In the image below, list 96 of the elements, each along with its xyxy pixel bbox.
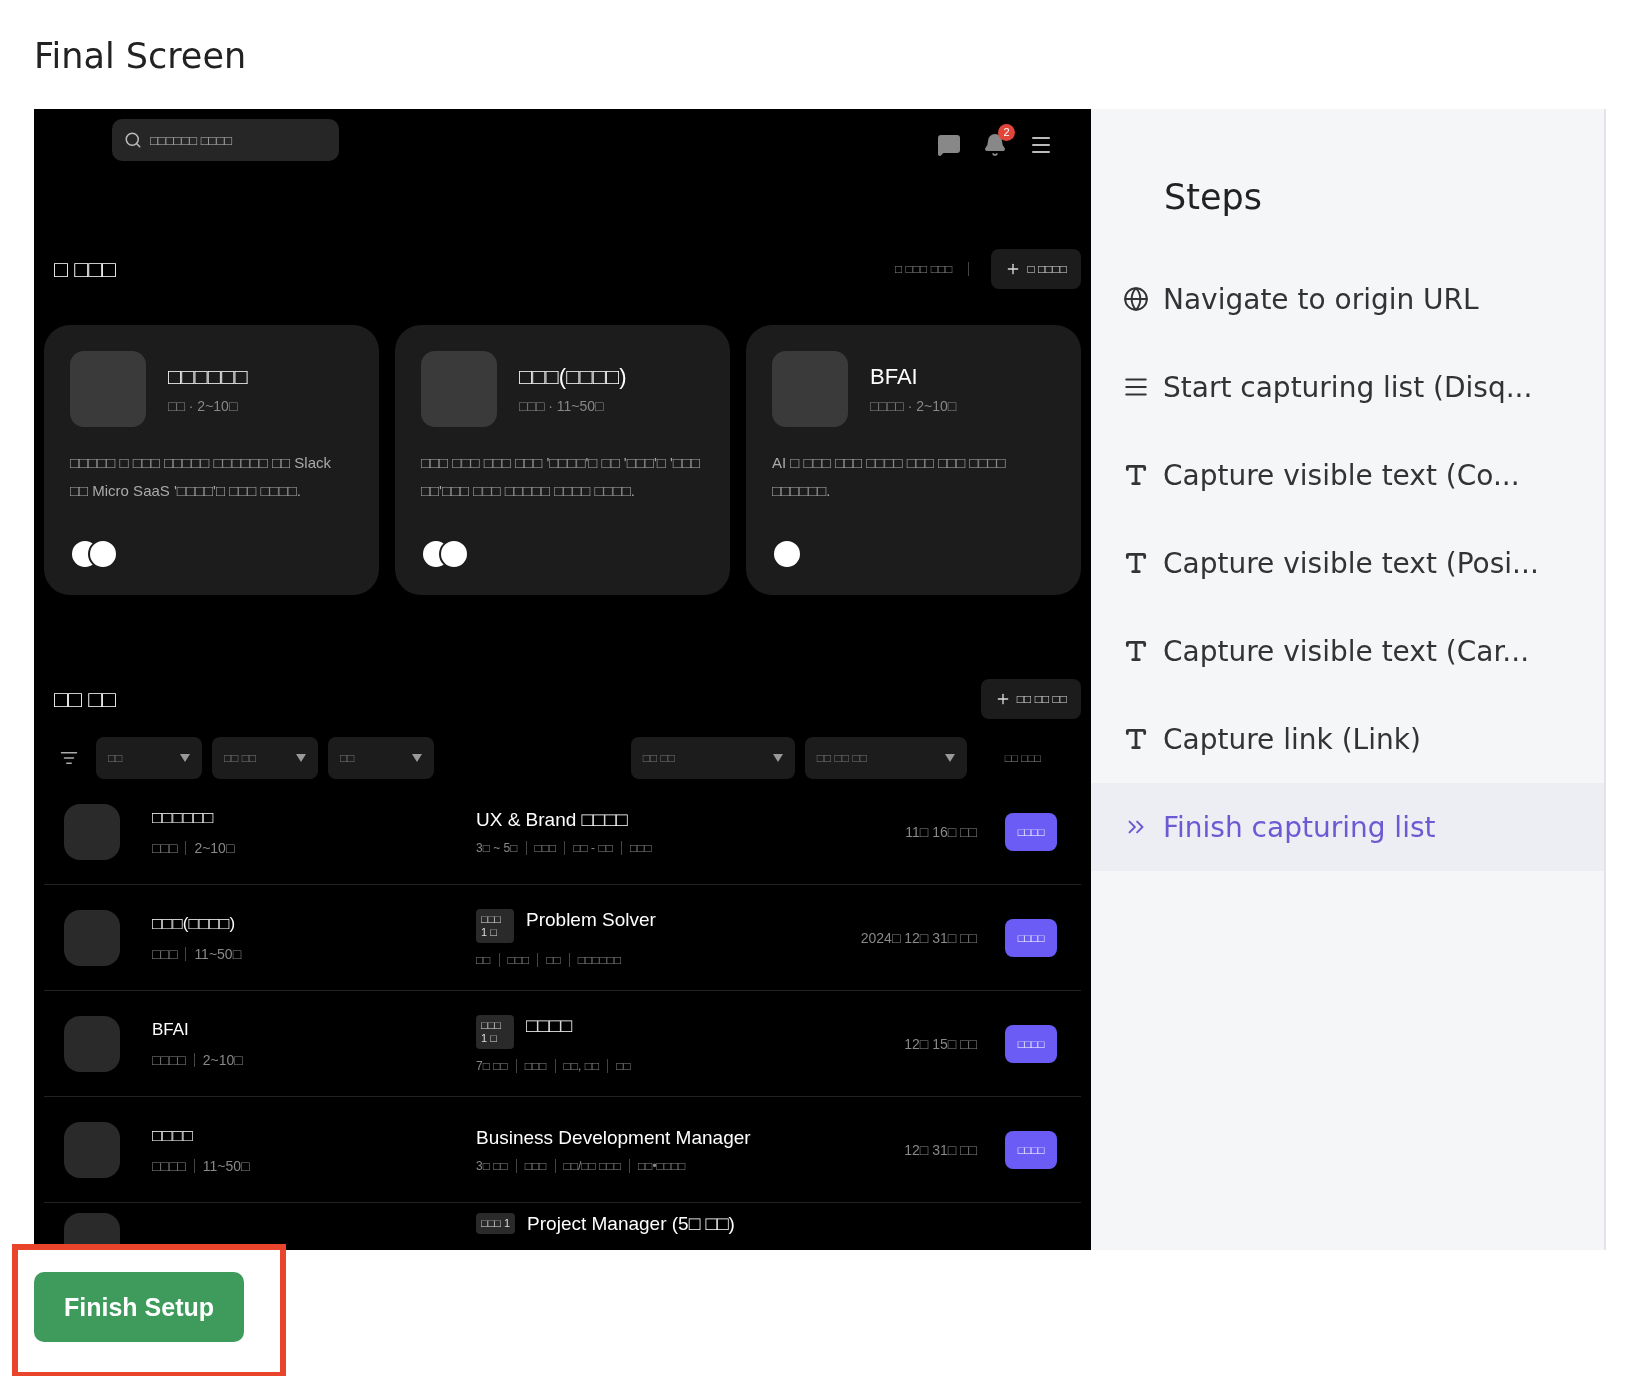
- avatar-circle: [439, 539, 469, 569]
- meta-text: □□□: [534, 840, 557, 855]
- job-title[interactable]: UX & Brand □□□□: [476, 808, 628, 831]
- page-title: Final Screen: [34, 36, 248, 76]
- meta-text: □□□: [524, 1158, 547, 1173]
- caret-icon: [412, 754, 422, 762]
- add-button[interactable]: □□ □□ □□: [980, 679, 1081, 719]
- logo-placeholder: [64, 909, 120, 966]
- section-title: □□ □□: [54, 685, 116, 713]
- step-item[interactable]: Capture link (Link): [1091, 695, 1604, 783]
- deadline-text: 11□ 16□ □□: [905, 823, 977, 840]
- step-item[interactable]: Capture visible text (Posi...: [1091, 519, 1604, 607]
- meta-text: 3□ ~ 5□: [476, 840, 518, 855]
- team-meta: □□□□ · 2~10□: [870, 398, 957, 414]
- filter-dropdown[interactable]: □□ □□ □□: [804, 737, 967, 779]
- apply-button[interactable]: □□□□: [1005, 918, 1057, 957]
- meta-text: □□•□□□□: [637, 1158, 686, 1173]
- meta-text: □□□: [524, 1058, 547, 1073]
- team-name: □□□□□□: [168, 364, 248, 390]
- section-title: □ □□□: [54, 255, 116, 283]
- logo-placeholder: [64, 803, 120, 860]
- team-description: □□□ □□□ □□□ □□□ '□□□□'□ □□ '□□□'□ '□□□ □□'□□□ □□□ □□□□□ □□□□ □□□□.: [421, 453, 702, 501]
- caret-icon: [180, 754, 190, 762]
- apply-button[interactable]: □□□□: [1005, 1130, 1057, 1169]
- step-item[interactable]: Navigate to origin URL: [1091, 255, 1604, 343]
- meta-text: 11~50□: [194, 945, 242, 962]
- meta-text: □□□: [507, 952, 530, 967]
- meta-text: 3□ □□: [476, 1158, 508, 1173]
- caret-icon: [772, 754, 783, 762]
- text-icon: [1123, 638, 1149, 664]
- team-meta: □□ · 2~10□: [168, 398, 239, 414]
- filter-dropdown[interactable]: □□ □□: [212, 737, 318, 779]
- meta-text: 2~10□: [202, 1051, 243, 1068]
- job-tag: □□□ 1: [476, 1213, 516, 1234]
- logo-placeholder: [64, 1015, 120, 1072]
- company-name: □□□□□□: [152, 807, 215, 828]
- deadline-text: 2024□ 12□ 31□ □□: [860, 929, 977, 946]
- filter-icon[interactable]: [60, 749, 78, 767]
- job-title[interactable]: □□□□: [526, 1014, 572, 1037]
- company-name: □□□□: [152, 1125, 195, 1146]
- team-name: BFAI: [870, 364, 919, 390]
- meta-text: 7□ □□: [476, 1058, 508, 1073]
- search-icon: [124, 131, 142, 149]
- job-title[interactable]: Problem Solver: [526, 908, 656, 931]
- job-title[interactable]: Project Manager (5□ □□): [527, 1213, 735, 1235]
- add-button[interactable]: □ □□□□: [991, 249, 1081, 289]
- meta-text: □□□□: [152, 1051, 186, 1068]
- text-icon: [1123, 550, 1149, 576]
- meta-text: □□: [616, 1058, 631, 1073]
- team-meta: □□□ · 11~50□: [519, 398, 605, 414]
- step-item[interactable]: Capture visible text (Car...: [1091, 607, 1604, 695]
- meta-text: □□□: [152, 839, 178, 856]
- caret-icon: [296, 754, 306, 762]
- logo-placeholder: [64, 1121, 120, 1178]
- team-card[interactable]: BFAI □□□□ · 2~10□ AI □ □□□ □□□ □□□□ □□□ □□□ □□□□ □□□□□□.: [746, 325, 1081, 595]
- meta-text: □□□□□□: [577, 952, 622, 967]
- steps-title: Steps: [1164, 177, 1263, 217]
- job-tag: □□□ 1 □: [476, 908, 514, 943]
- meta-text: □□□: [629, 840, 652, 855]
- meta-text: □□ - □□: [573, 840, 613, 855]
- meta-text: 11~50□: [202, 1157, 250, 1174]
- company-name: □□□(□□□□): [152, 913, 237, 934]
- text-icon: [1123, 462, 1149, 488]
- meta-text: □□: [476, 952, 491, 967]
- step-item[interactable]: Finish capturing list: [1091, 783, 1604, 871]
- deadline-text: 12□ 31□ □□: [904, 1141, 977, 1158]
- view-link[interactable]: □ □□□ □□□: [895, 262, 970, 276]
- meta-text: □□: [546, 952, 561, 967]
- team-description: AI □ □□□ □□□ □□□□ □□□ □□□ □□□□ □□□□□□.: [772, 453, 1007, 501]
- apply-button[interactable]: □□□□: [1005, 1024, 1057, 1063]
- filter-dropdown[interactable]: □□ □□: [630, 737, 795, 779]
- search-field[interactable]: □□□□□□ □□□□: [112, 119, 339, 161]
- meta-text: □□□□: [152, 1157, 186, 1174]
- notification-badge: 2: [998, 123, 1015, 141]
- filter-dropdown[interactable]: □□: [96, 737, 202, 779]
- globe-icon: [1123, 286, 1149, 312]
- text-icon: [1123, 726, 1149, 752]
- job-tag: □□□ 1 □: [476, 1014, 514, 1049]
- caret-icon: [944, 754, 955, 762]
- meta-text: □□□: [152, 945, 178, 962]
- apply-button[interactable]: □□□□: [1005, 812, 1057, 851]
- filter-dropdown[interactable]: □□: [328, 737, 434, 779]
- step-item[interactable]: Start capturing list (Disq...: [1091, 343, 1604, 431]
- deadline-text: 12□ 15□ □□: [904, 1035, 977, 1052]
- team-card[interactable]: □□□(□□□□) □□□ · 11~50□ □□□ □□□ □□□ □□□ '□□□□'□ □□ '□□□'□ '□□□ □□'□□□ □□□ □□□□□ □□□□ □□□□.: [395, 325, 730, 595]
- team-card[interactable]: □□□□□□ □□ · 2~10□ □□□□□ □ □□□ □□□□□ □□□□□□ □□ Slack □□ Micro SaaS '□□□□'□ □□□ □□□□.: [44, 325, 379, 595]
- meta-text: □□/□□ □□□: [563, 1158, 621, 1173]
- meta-text: □□, □□: [563, 1058, 600, 1073]
- company-name: BFAI: [152, 1019, 190, 1040]
- avatar-circle: [88, 539, 118, 569]
- sort-text[interactable]: □□ □□□: [1004, 752, 1041, 764]
- step-item[interactable]: Capture visible text (Co...: [1091, 431, 1604, 519]
- meta-text: 2~10□: [194, 839, 235, 856]
- job-title[interactable]: Business Development Manager: [476, 1126, 751, 1149]
- team-description: □□□□□ □ □□□ □□□□□ □□□□□□ □□ Slack □□ Micro SaaS '□□□□'□ □□□ □□□□.: [70, 453, 332, 501]
- team-name: □□□(□□□□): [519, 364, 627, 390]
